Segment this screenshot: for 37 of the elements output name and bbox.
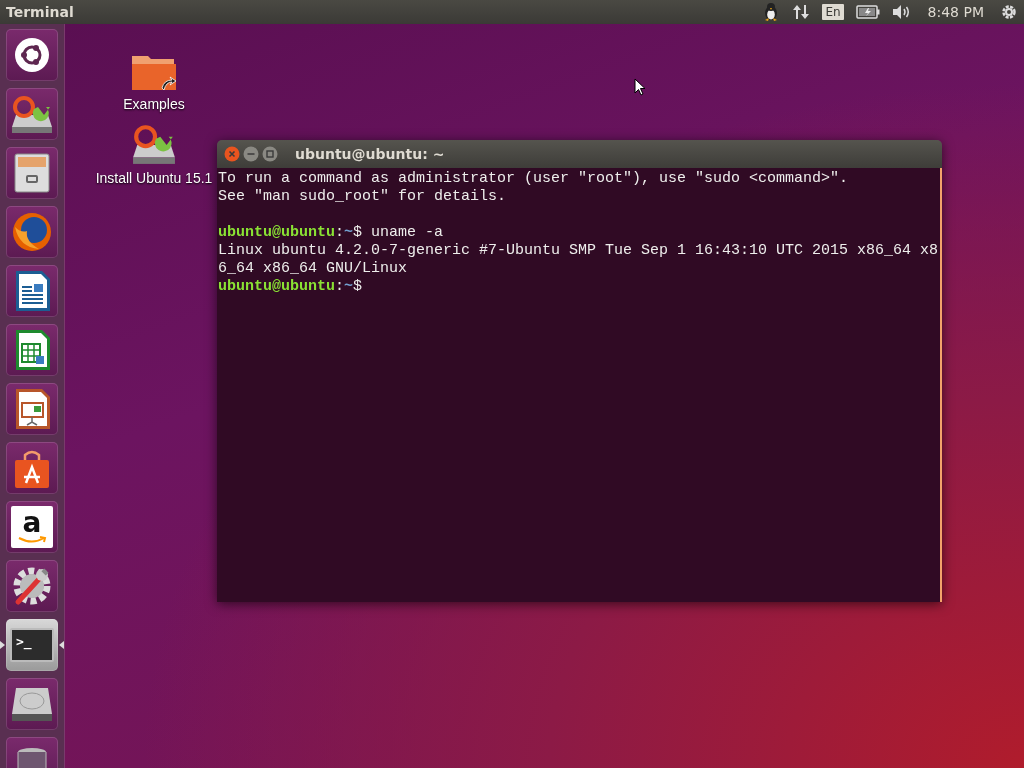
launcher-item[interactable] — [6, 88, 58, 140]
app-title: Terminal — [6, 4, 74, 20]
installer-drive-icon — [10, 93, 54, 135]
minimize-icon[interactable] — [243, 146, 259, 162]
launcher-item[interactable] — [6, 560, 58, 612]
maximize-icon[interactable] — [262, 146, 278, 162]
file-cabinet-icon — [12, 152, 52, 194]
launcher-item[interactable] — [6, 383, 58, 435]
terminal-line: See "man sudo_root" for details. — [218, 188, 508, 206]
speaker-icon[interactable] — [891, 4, 912, 20]
terminal-icon: >_ — [10, 628, 54, 662]
desktop-icon-label[interactable]: Install Ubuntu 15.1 — [95, 170, 213, 186]
terminal-line: To run a command as administrator (user "root"), use "sudo <command>". — [218, 170, 850, 188]
terminal-prompt-line: ubuntu@ubuntu:~$ uname -a — [218, 224, 445, 242]
launcher-item[interactable] — [6, 29, 58, 81]
launcher-item[interactable] — [6, 265, 58, 317]
window-title: ubuntu@ubuntu: ~ — [295, 146, 445, 162]
mouse-pointer-icon — [634, 78, 646, 96]
desktop-icon-label[interactable]: Examples — [123, 96, 185, 112]
power-gear-icon[interactable] — [1000, 3, 1018, 21]
launcher-item[interactable] — [6, 206, 58, 258]
clock[interactable]: 8:48 PM — [927, 4, 984, 20]
launcher-item[interactable] — [6, 147, 58, 199]
network-arrows-icon[interactable] — [792, 3, 811, 21]
close-icon[interactable] — [224, 146, 240, 162]
terminal-prompt-line: ubuntu@ubuntu:~$ — [218, 278, 364, 296]
terminal-line: Linux ubuntu 4.2.0-7-generic #7-Ubuntu SMP Tue Sep 1 16:43:10 UTC 2015 x86_64 x8 — [218, 242, 940, 260]
launcher-item[interactable] — [6, 442, 58, 494]
launcher-item[interactable]: >_ — [6, 619, 58, 671]
browser-globe-icon — [11, 211, 53, 253]
launcher-item[interactable] — [6, 678, 58, 730]
battery-icon[interactable] — [855, 5, 880, 19]
launcher-item[interactable] — [6, 324, 58, 376]
ubuntu-logo-icon — [12, 35, 52, 75]
installer-drive-icon[interactable] — [130, 122, 178, 166]
keyboard-layout-indicator[interactable]: En — [822, 4, 844, 20]
terminal-line: 6_64 x86_64 GNU/Linux — [218, 260, 409, 278]
